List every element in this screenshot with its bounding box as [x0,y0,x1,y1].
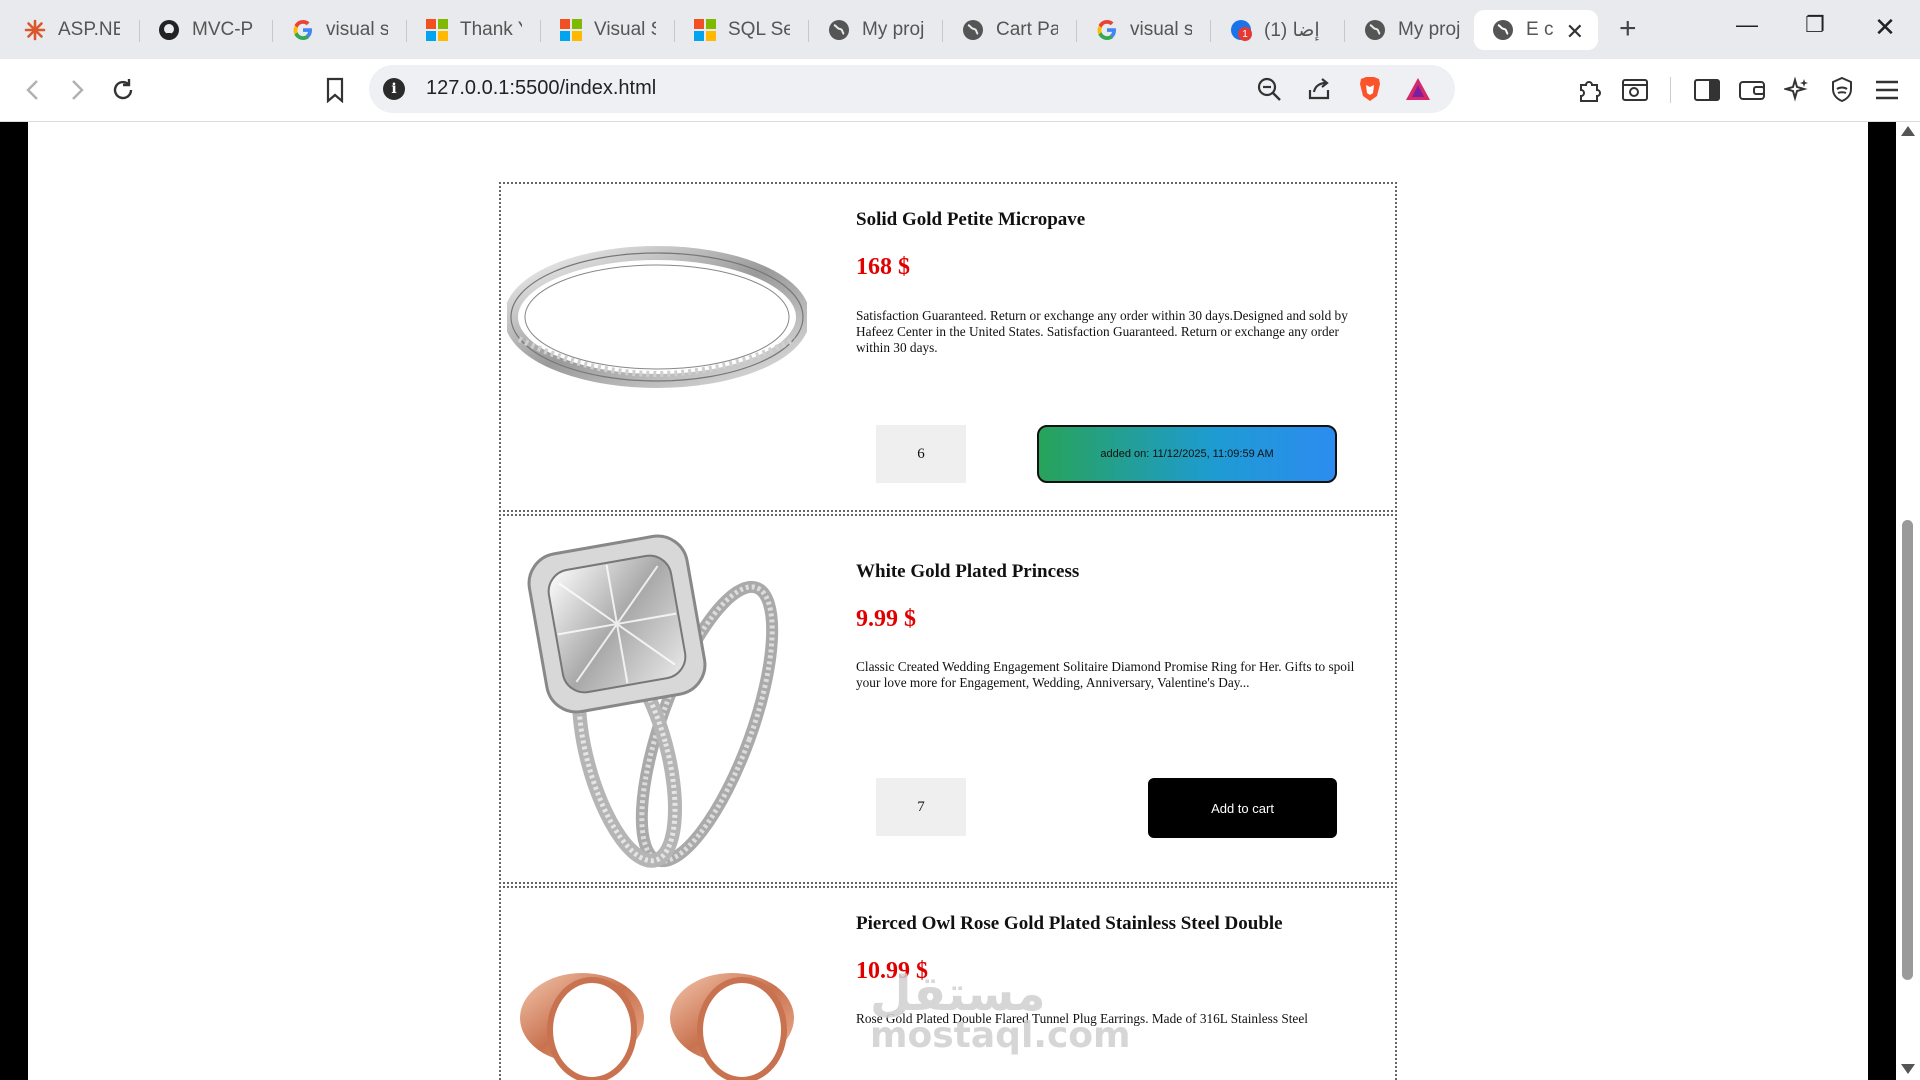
tab-title: visual st [326,19,388,40]
product-name: Solid Gold Petite Micropave [856,209,1086,230]
tab-divider [942,20,943,42]
vpn-shield-icon[interactable] [1827,75,1857,105]
new-tab-icon[interactable]: + [1619,12,1637,46]
minimize-icon[interactable]: — [1717,12,1777,38]
globe-icon [1492,19,1514,41]
extensions-icon[interactable] [1575,75,1605,105]
address-bar[interactable]: i 127.0.0.1:5500/index.html [369,65,1455,113]
back-icon[interactable] [18,75,48,105]
tab-title: My proj [1398,19,1460,40]
product-image-silver-ring [504,244,810,404]
quantity-input[interactable]: 7 [876,778,966,836]
product-page: Solid Gold Petite Micropave 168 $ Satisf… [28,122,1868,1080]
product-price: 168 $ [856,254,910,280]
tab-title: My proj [862,19,924,40]
tab-strip: ASP.NE MVC-Pr visual st Thank Y Visual S… [0,0,1920,59]
scroll-down-arrow-icon[interactable] [1901,1064,1915,1074]
product-card: White Gold Plated Princess 9.99 $ Classi… [499,514,1397,884]
microsoft-icon [694,19,716,41]
tab-title: ASP.NE [58,19,120,40]
tab-thank-you[interactable]: Thank Y [408,10,538,50]
product-description: Satisfaction Guaranteed. Return or excha… [856,308,1348,355]
globe-icon [1364,19,1386,41]
product-name: Pierced Owl Rose Gold Plated Stainless S… [856,913,1283,934]
watermark-arabic: مستقل [870,966,1046,1022]
microsoft-icon [426,19,448,41]
product-image-diamond-ring [507,524,807,874]
product-card: Solid Gold Petite Micropave 168 $ Satisf… [499,182,1397,512]
tab-divider [406,20,407,42]
toolbar-divider [1670,77,1671,103]
product-price: 9.99 $ [856,606,916,632]
tab-title: visual st [1130,19,1192,40]
leo-ai-icon[interactable] [1782,75,1812,105]
tab-divider [674,20,675,42]
notification-icon: 1 [1230,19,1252,41]
github-icon [158,19,180,41]
scroll-thumb[interactable] [1902,520,1913,980]
tab-github[interactable]: MVC-Pr [140,10,270,50]
menu-icon[interactable] [1872,75,1902,105]
tab-my-project[interactable]: My proj [810,10,940,50]
tab-google-search-2[interactable]: visual st [1078,10,1208,50]
google-icon [1096,19,1118,41]
forward-icon[interactable] [62,75,92,105]
page-viewport: Solid Gold Petite Micropave 168 $ Satisf… [0,122,1920,1080]
tab-sql-server[interactable]: SQL Ser [676,10,806,50]
site-info-icon[interactable]: i [383,78,405,100]
tab-title: Thank Y [460,19,522,40]
tab-aspnet[interactable]: ASP.NE [6,10,136,50]
url-text[interactable]: 127.0.0.1:5500/index.html [426,77,656,100]
product-image-rose-gold-plugs [507,958,807,1080]
tab-title: E c [1526,19,1554,40]
zoom-out-icon[interactable] [1254,74,1284,104]
asterisk-icon [24,19,46,41]
globe-icon [828,19,850,41]
tab-divider [1344,20,1345,42]
product-description: Classic Created Wedding Engagement Solit… [856,659,1355,690]
address-toolbar: i 127.0.0.1:5500/index.html [0,59,1920,122]
share-icon[interactable] [1304,74,1334,104]
sidebar-icon[interactable] [1692,75,1722,105]
close-window-icon[interactable]: ✕ [1855,12,1915,43]
tab-title: Visual S [594,19,656,40]
brave-rewards-icon[interactable] [1403,74,1433,104]
microsoft-icon [560,19,582,41]
added-to-cart-button[interactable]: added on: 11/12/2025, 11:09:59 AM [1037,425,1337,483]
tab-cart-page[interactable]: Cart Pa [944,10,1074,50]
tab-divider [1076,20,1077,42]
tab-title: Cart Pa [996,19,1058,40]
watermark: مستقل mostaql.com [870,966,1131,1056]
scroll-up-arrow-icon[interactable] [1901,126,1915,136]
product-name: White Gold Plated Princess [856,561,1080,582]
reader-mode-icon[interactable] [1620,75,1650,105]
add-to-cart-button[interactable]: Add to cart [1148,778,1337,838]
notification-badge: 1 [1238,27,1252,41]
reload-icon[interactable] [108,75,138,105]
tab-google-search[interactable]: visual st [274,10,404,50]
tab-title: MVC-Pr [192,19,254,40]
tab-ecommerce-active[interactable]: E c ✕ [1474,10,1598,50]
bookmark-icon[interactable] [320,75,350,105]
restore-icon[interactable]: ❐ [1785,12,1845,38]
tab-my-project-2[interactable]: My proj [1346,10,1476,50]
quantity-input[interactable]: 6 [876,425,966,483]
tab-divider [540,20,541,42]
close-tab-icon[interactable]: ✕ [1566,19,1584,45]
watermark-latin: mostaql.com [870,1015,1131,1056]
tab-title: SQL Ser [728,19,790,40]
brave-shield-icon[interactable] [1355,74,1385,104]
tab-notification[interactable]: 1 (1) إضا [1212,10,1342,50]
tab-divider [272,20,273,42]
tab-divider [808,20,809,42]
wallet-icon[interactable] [1737,75,1767,105]
globe-icon [962,19,984,41]
page-scrollbar[interactable] [1896,122,1920,1080]
google-icon [292,19,314,41]
tab-visual-studio[interactable]: Visual S [542,10,672,50]
tab-title: (1) إضا [1264,19,1320,41]
tab-divider [1210,20,1211,42]
